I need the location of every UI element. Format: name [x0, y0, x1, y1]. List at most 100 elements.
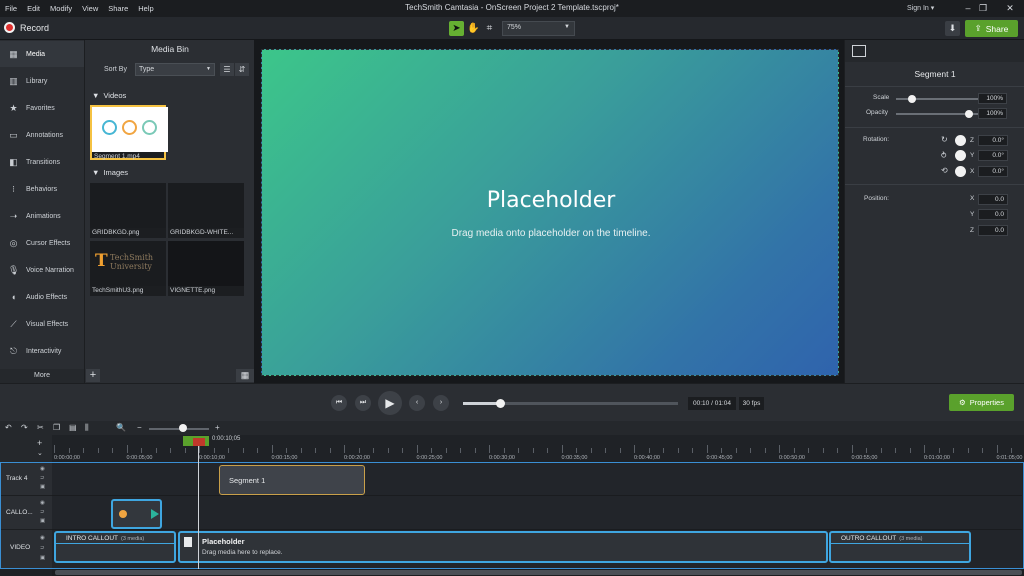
timeline-zoom-knob[interactable]	[179, 424, 187, 432]
scrub-bar[interactable]	[463, 399, 678, 408]
grid-view-icon[interactable]: ▦	[236, 369, 254, 382]
visual-properties-icon[interactable]	[852, 45, 866, 57]
eye-icon[interactable]: ◉	[40, 535, 45, 541]
list-view-icon[interactable]: ☰	[220, 63, 234, 76]
sidebar-item-transitions[interactable]: ◧ Transitions	[0, 149, 84, 175]
rotation-y-value[interactable]: 0.0°	[978, 150, 1008, 161]
sign-in-button[interactable]: Sign In ▾	[907, 4, 934, 12]
videos-section-header[interactable]: ▼ Videos	[92, 91, 126, 100]
clip-placeholder[interactable]: Placeholder Drag media here to replace.	[178, 531, 828, 563]
link-icon[interactable]: ⊃	[40, 509, 45, 515]
split-icon[interactable]: ⫼	[85, 423, 89, 433]
wand-icon: ⟋	[10, 318, 17, 329]
step-back-icon[interactable]: ⏮	[331, 395, 347, 411]
rotation-x-value[interactable]: 0.0°	[978, 166, 1008, 177]
rotation-y-dial[interactable]	[955, 150, 966, 161]
crop-icon[interactable]: ⌗	[482, 21, 497, 36]
step-forward-icon[interactable]: ⏭	[355, 395, 371, 411]
record-button[interactable]: Record	[4, 22, 49, 33]
eye-icon[interactable]: ◉	[40, 466, 45, 472]
pan-hand-icon[interactable]: ✋	[466, 21, 481, 36]
sort-order-icon[interactable]: ⇵	[235, 63, 249, 76]
download-icon[interactable]: ⬇	[945, 21, 960, 36]
close-icon[interactable]: ✕	[1003, 2, 1017, 14]
track-header-callout[interactable]: CALLO... ◉ ⊃ ▣	[0, 496, 52, 530]
sidebar-item-audio-effects[interactable]: ◖ Audio Effects	[0, 284, 84, 310]
playhead-handle[interactable]	[193, 438, 205, 446]
scrollbar-thumb[interactable]	[55, 570, 1022, 575]
sidebar-item-voice-narration[interactable]: 🎙 Voice Narration	[0, 257, 84, 283]
add-media-icon[interactable]: +	[86, 369, 100, 382]
sidebar-item-cursor-effects[interactable]: ◎ Cursor Effects	[0, 230, 84, 256]
cut-icon[interactable]: ✂	[37, 423, 44, 432]
menu-modify[interactable]: Modify	[50, 4, 72, 13]
pointer-tool-icon[interactable]: ➤	[449, 21, 464, 36]
sidebar-item-interactivity[interactable]: ⎋ Interactivity	[0, 338, 84, 364]
undo-icon[interactable]: ↶	[5, 423, 12, 432]
scale-slider-knob[interactable]	[908, 95, 916, 103]
position-z-value[interactable]: 0.0	[978, 225, 1008, 236]
position-y-value[interactable]: 0.0	[978, 209, 1008, 220]
menu-help[interactable]: Help	[138, 4, 153, 13]
media-item-gridbkgd[interactable]: GRIDBKGD.png	[90, 183, 166, 238]
play-icon[interactable]: ▶	[378, 391, 402, 415]
track-header-video[interactable]: VIDEO ◉ ⊃ ▣	[0, 530, 52, 569]
media-item-segment[interactable]: Segment 1.mp4	[90, 105, 168, 160]
menu-edit[interactable]: Edit	[27, 4, 40, 13]
next-icon[interactable]: ›	[433, 395, 449, 411]
sidebar-item-label: Annotations	[26, 131, 63, 139]
scrub-knob[interactable]	[495, 399, 505, 408]
sidebar-item-favorites[interactable]: ★ Favorites	[0, 95, 84, 121]
previous-icon[interactable]: ‹	[409, 395, 425, 411]
clip-intro-callout[interactable]: INTRO CALLOUT (3 media)	[54, 531, 176, 563]
ruler-tick	[184, 448, 186, 453]
more-button[interactable]: More	[0, 369, 84, 383]
lock-icon[interactable]: ▣	[40, 484, 45, 490]
zoom-out-icon[interactable]: −	[137, 423, 142, 432]
canvas-preview[interactable]: Placeholder Drag media onto placeholder …	[261, 49, 839, 376]
media-item-techsmithu3[interactable]: T TechSmith University TechSmithU3.png	[90, 241, 166, 296]
position-x-value[interactable]: 0.0	[978, 194, 1008, 205]
restore-icon[interactable]: ❐	[976, 2, 990, 14]
clip-outro-callout[interactable]: OUTRO CALLOUT (3 media)	[829, 531, 971, 563]
sidebar-item-behaviors[interactable]: ⁝ Behaviors	[0, 176, 84, 202]
rotation-z-value[interactable]: 0.0°	[978, 135, 1008, 146]
lock-icon[interactable]: ▣	[40, 518, 45, 524]
images-section-header[interactable]: ▼ Images	[92, 168, 128, 177]
eye-icon[interactable]: ◉	[40, 500, 45, 506]
paste-icon[interactable]: ▤	[69, 423, 77, 432]
rotation-z-dial[interactable]	[955, 135, 966, 146]
opacity-slider-knob[interactable]	[965, 110, 973, 118]
lock-icon[interactable]: ▣	[40, 555, 45, 561]
zoom-in-icon[interactable]: +	[215, 423, 220, 432]
add-track-icon[interactable]: +	[37, 438, 42, 448]
copy-icon[interactable]: ❐	[53, 423, 60, 432]
track-header-track4[interactable]: Track 4 ◉ ⊃ ▣	[0, 462, 52, 496]
menu-share[interactable]: Share	[108, 4, 128, 13]
clip-segment-1[interactable]: Segment 1	[219, 465, 365, 495]
sort-select[interactable]: Type ▼	[135, 63, 215, 76]
sidebar-item-library[interactable]: ▥ Library	[0, 68, 84, 94]
clip-callout[interactable]	[111, 499, 162, 529]
menu-file[interactable]: File	[5, 4, 17, 13]
properties-button[interactable]: ⚙ Properties	[949, 394, 1014, 411]
image-thumbnail	[168, 183, 244, 228]
sidebar-item-annotations[interactable]: ▭ Annotations	[0, 122, 84, 148]
chevron-down-icon[interactable]: ⌄	[37, 449, 43, 457]
scale-value[interactable]: 100%	[978, 93, 1007, 104]
minimize-icon[interactable]: –	[961, 2, 975, 14]
rotation-x-dial[interactable]	[955, 166, 966, 177]
media-item-gridbkgd-white[interactable]: GRIDBKGD-WHITE...	[168, 183, 244, 238]
zoom-select[interactable]: 75% ▼	[502, 21, 575, 36]
media-item-vignette[interactable]: VIGNETTE.png	[168, 241, 244, 296]
redo-icon[interactable]: ↷	[21, 423, 28, 432]
sidebar-item-media[interactable]: ▦ Media	[0, 41, 84, 67]
sidebar-item-animations[interactable]: ➝ Animations	[0, 203, 84, 229]
link-icon[interactable]: ⊃	[40, 545, 45, 551]
share-button[interactable]: ⇪ Share	[965, 20, 1018, 37]
menu-view[interactable]: View	[82, 4, 98, 13]
timeline-scrollbar[interactable]	[52, 569, 1024, 576]
sidebar-item-visual-effects[interactable]: ⟋ Visual Effects	[0, 311, 84, 337]
opacity-value[interactable]: 100%	[978, 108, 1007, 119]
link-icon[interactable]: ⊃	[40, 475, 45, 481]
